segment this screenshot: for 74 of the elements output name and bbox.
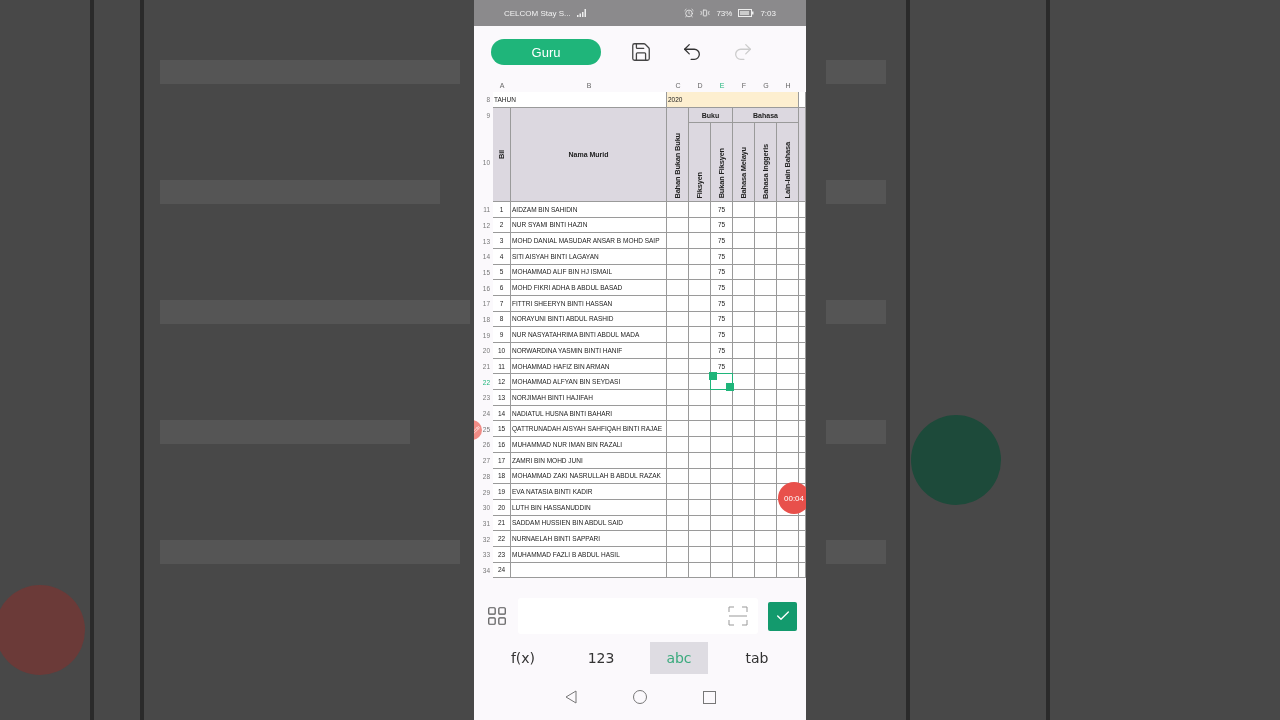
clock-time: 7:03 — [760, 8, 776, 18]
table-cell — [689, 374, 711, 391]
grid-icon[interactable] — [486, 605, 508, 627]
carrier-name: CELCOM Stay S... — [504, 8, 571, 18]
table-cell — [755, 343, 777, 359]
table-cell — [689, 327, 711, 343]
table-cell — [755, 421, 777, 438]
battery-icon — [738, 9, 755, 17]
table-cell — [777, 531, 799, 547]
input-mode-tab[interactable]: f(x) — [494, 642, 552, 674]
table-cell — [777, 233, 799, 249]
input-mode-tab[interactable]: 123 — [572, 642, 630, 674]
table-cell — [777, 421, 799, 438]
table-cell — [733, 421, 755, 438]
table-cell — [755, 484, 777, 500]
table-cell — [777, 437, 799, 453]
table-cell — [667, 531, 689, 547]
table-cell — [689, 233, 711, 249]
vibrate-icon — [700, 8, 711, 18]
table-cell — [733, 327, 755, 343]
table-cell — [777, 374, 799, 391]
cell-selection — [711, 374, 733, 391]
table-cell — [689, 343, 711, 359]
table-cell — [711, 390, 733, 406]
alarm-icon — [684, 8, 695, 18]
table-cell — [667, 343, 689, 359]
table-cell — [689, 484, 711, 500]
table-cell — [667, 374, 689, 391]
table-cell — [667, 327, 689, 343]
table-cell — [733, 343, 755, 359]
table-cell — [689, 437, 711, 453]
formula-field[interactable] — [518, 598, 758, 634]
table-cell — [689, 390, 711, 406]
back-icon[interactable] — [564, 690, 577, 704]
recents-icon[interactable] — [702, 690, 716, 704]
table-cell — [755, 327, 777, 343]
table-cell — [689, 421, 711, 438]
table-cell — [667, 390, 689, 406]
input-mode-tab[interactable]: tab — [728, 642, 786, 674]
undo-icon[interactable] — [681, 41, 703, 63]
table-cell — [733, 390, 755, 406]
table-cell — [777, 280, 799, 296]
table-cell — [755, 390, 777, 406]
table-cell — [777, 327, 799, 343]
table-cell — [667, 233, 689, 249]
table-cell — [667, 437, 689, 453]
table-cell — [755, 531, 777, 547]
save-icon[interactable] — [630, 41, 652, 63]
table-cell — [733, 280, 755, 296]
battery-percent: 73% — [716, 8, 733, 18]
table-cell — [733, 233, 755, 249]
table-cell — [733, 374, 755, 391]
signal-icon — [576, 9, 587, 17]
table-cell — [777, 343, 799, 359]
table-cell — [689, 531, 711, 547]
table-cell — [755, 374, 777, 391]
table-cell — [755, 437, 777, 453]
table-cell — [733, 484, 755, 500]
home-icon[interactable] — [632, 690, 647, 704]
table-cell — [667, 280, 689, 296]
table-cell — [711, 531, 733, 547]
table-cell — [755, 280, 777, 296]
table-cell — [777, 390, 799, 406]
pencil-icon — [474, 426, 480, 434]
table-cell — [689, 280, 711, 296]
table-cell — [711, 437, 733, 453]
table-cell — [733, 437, 755, 453]
table-cell — [667, 421, 689, 438]
table-cell — [755, 233, 777, 249]
table-cell — [711, 421, 733, 438]
table-cell — [733, 531, 755, 547]
confirm-button[interactable] — [768, 601, 797, 631]
table-cell — [667, 484, 689, 500]
table-cell — [711, 484, 733, 500]
